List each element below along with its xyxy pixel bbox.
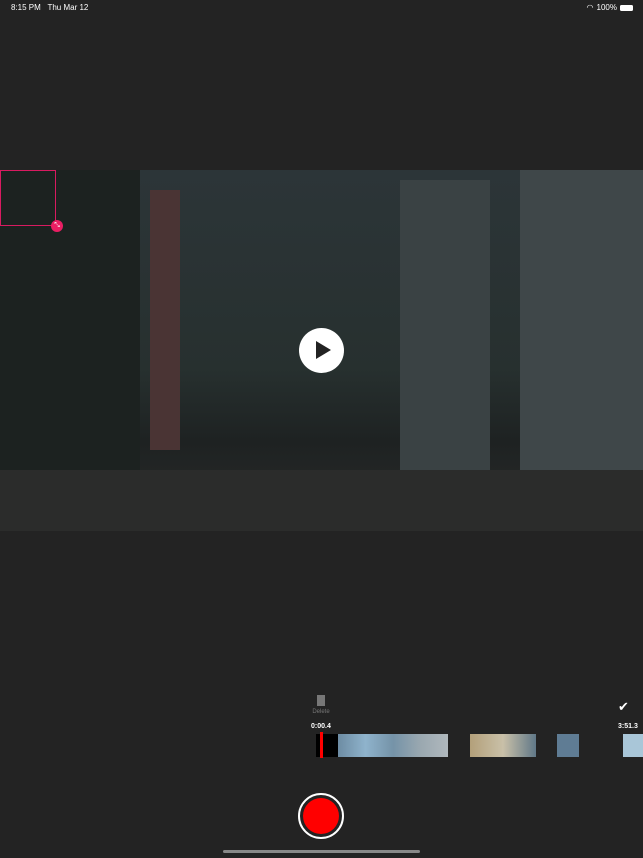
wifi-icon: ◠ xyxy=(586,3,594,12)
playhead[interactable] xyxy=(320,732,323,758)
play-button[interactable] xyxy=(299,328,344,373)
status-time: 8:15 PM xyxy=(11,3,41,12)
clip-thumb[interactable] xyxy=(470,734,536,757)
clip-thumb[interactable] xyxy=(557,734,579,757)
trash-icon xyxy=(317,695,325,706)
end-time: 3:51.3 xyxy=(618,723,638,730)
resize-handle-icon[interactable]: ⤡ xyxy=(51,220,63,232)
record-button[interactable] xyxy=(298,793,344,839)
status-date: Thu Mar 12 xyxy=(47,3,89,12)
checkmark-icon[interactable]: ✔ xyxy=(618,699,629,715)
start-time: 0:00.4 xyxy=(311,723,331,730)
delete-button[interactable]: Delete xyxy=(309,695,333,715)
clip-thumb[interactable] xyxy=(338,734,448,757)
status-right: ◠ 100% xyxy=(587,3,633,12)
clip-thumb[interactable] xyxy=(623,734,643,757)
timeline-strip[interactable] xyxy=(316,734,643,757)
home-indicator xyxy=(223,850,420,853)
selection-box[interactable] xyxy=(0,170,56,226)
battery-percent: 100% xyxy=(596,3,617,12)
status-bar: 8:15 PM Thu Mar 12 xyxy=(11,3,88,12)
delete-label: Delete xyxy=(312,709,330,715)
battery-icon xyxy=(620,4,633,11)
